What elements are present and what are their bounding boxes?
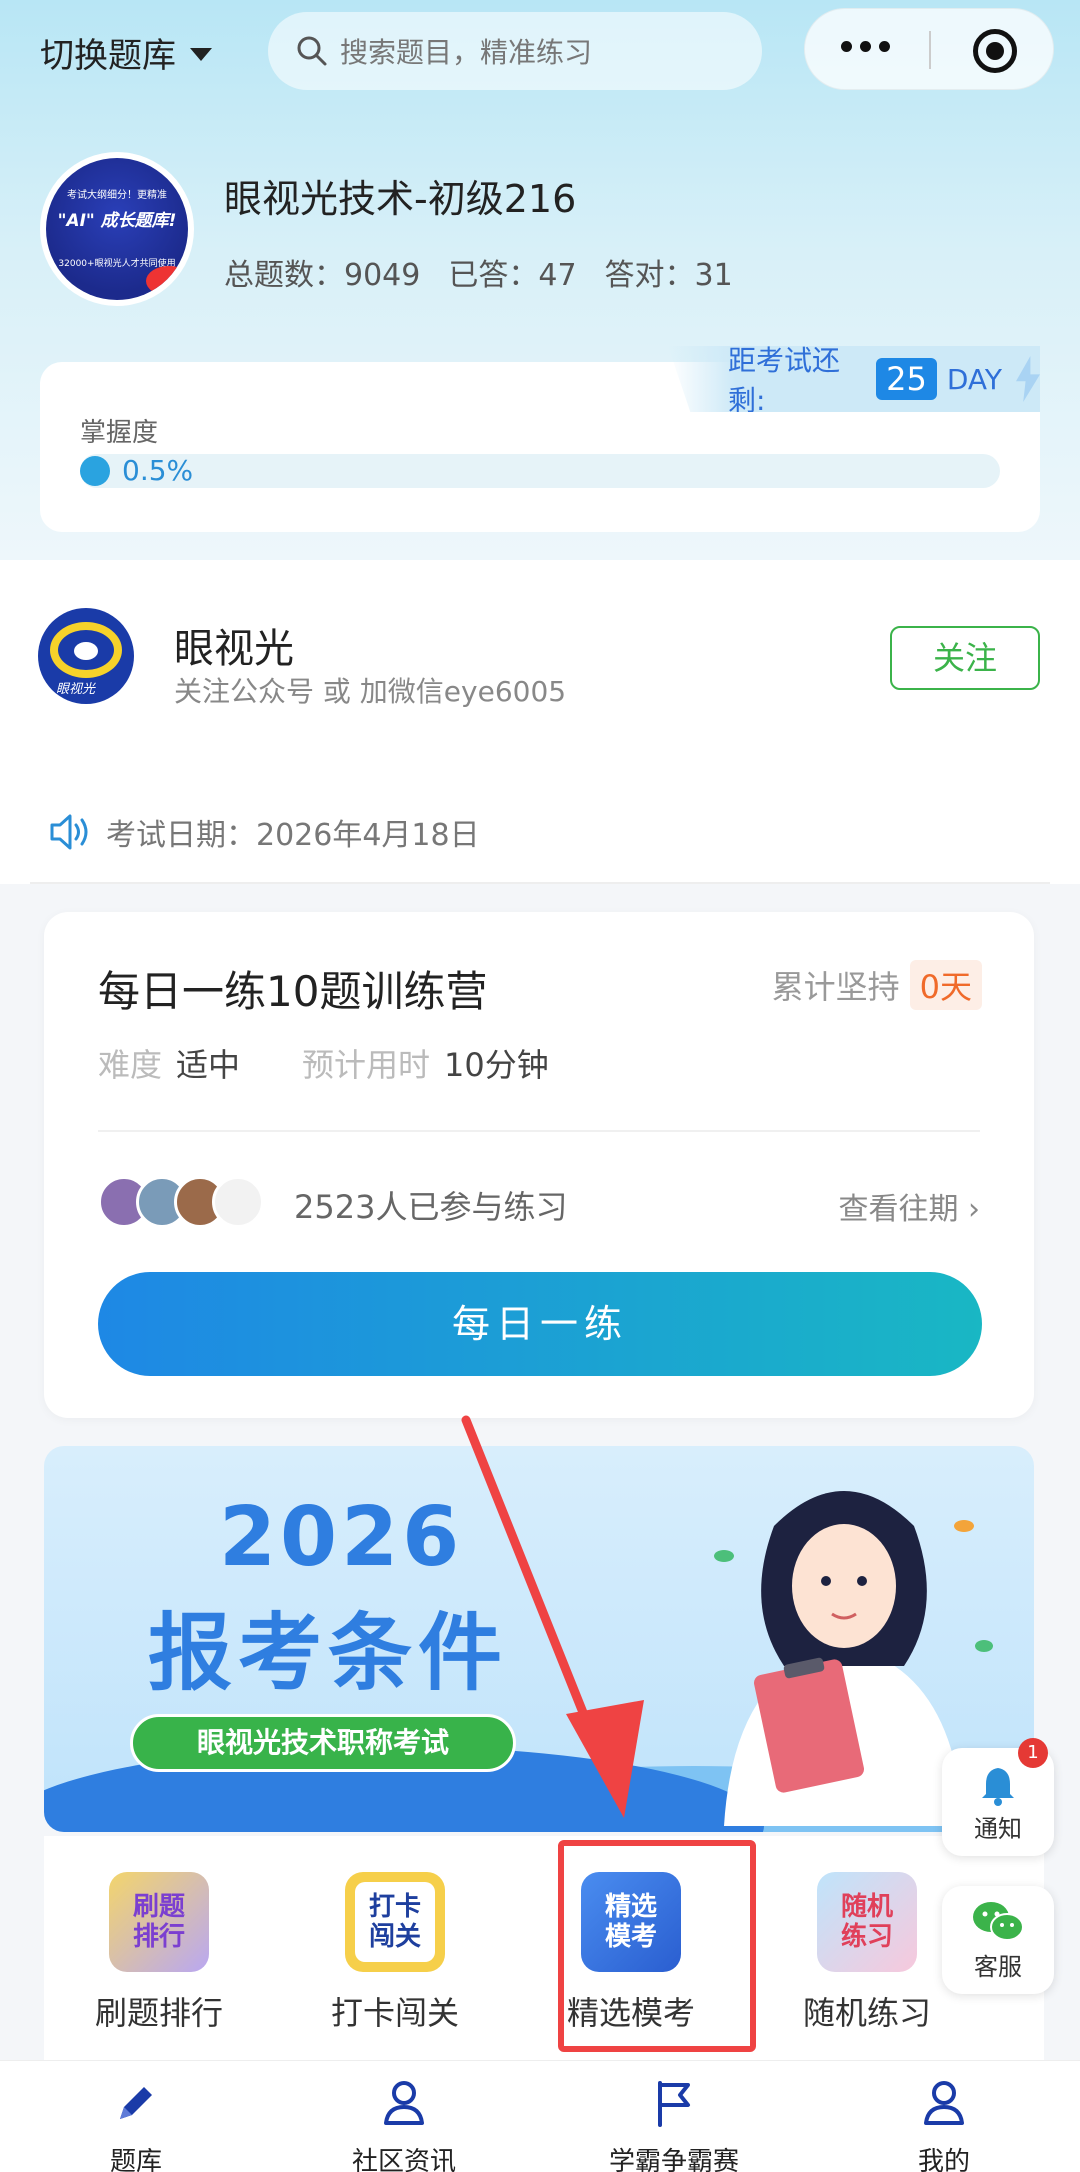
ranking-icon: 刷题 排行 xyxy=(109,1872,209,1972)
progress-dot xyxy=(80,456,110,486)
follow-button[interactable]: 关注 xyxy=(890,626,1040,690)
banner-headline: 报考条件 xyxy=(148,1604,509,1702)
caret-down-icon xyxy=(190,48,212,61)
bottom-tab-bar: 题库 社区资讯 学霸争霸赛 我的 xyxy=(0,2060,1080,2172)
bell-icon xyxy=(982,1768,1014,1806)
promo-banner[interactable]: 2026 报考条件 眼视光技术职称考试 xyxy=(44,1446,1034,1832)
account-subtitle: 关注公众号 或 加微信eye6005 xyxy=(174,675,567,708)
quick-item-checkin[interactable]: 打卡 闯关 打卡闯关 xyxy=(280,1872,510,2034)
customer-service-button[interactable]: 客服 xyxy=(942,1886,1054,1994)
tab-label: 社区资讯 xyxy=(351,2147,456,2172)
lightning-icon xyxy=(1015,356,1040,402)
quick-item-label: 随机练习 xyxy=(802,1994,931,2032)
mastery-card: 距考试还剩: 25 DAY 掌握度 0.5% xyxy=(40,346,1040,532)
bank-title: 眼视光技术-初级216 xyxy=(224,177,577,221)
top-bar: 切换题库 搜索题目，精准练习 xyxy=(0,0,1080,100)
divider xyxy=(98,1130,980,1132)
search-icon xyxy=(297,36,327,66)
highlight-box xyxy=(558,1840,756,2052)
participant-avatars xyxy=(98,1176,264,1228)
tab-label: 学霸争霸赛 xyxy=(608,2147,739,2172)
tab-competition[interactable]: 学霸争霸赛 xyxy=(574,2075,774,2172)
quick-access-row: 刷题 排行 刷题排行 打卡 闯关 打卡闯关 精选 模考 精选模考 随机 练习 随… xyxy=(44,1836,1044,2062)
person-icon xyxy=(924,2081,964,2125)
difficulty-value: 适中 xyxy=(176,1046,241,1084)
countdown-unit: DAY xyxy=(946,362,1002,396)
mastery-percent: 0.5% xyxy=(122,454,194,487)
checkin-icon: 打卡 闯关 xyxy=(345,1872,445,1972)
speaker-icon xyxy=(50,814,88,850)
exam-date-text: 考试日期：2026年4月18日 xyxy=(106,818,480,853)
account-logo-text: 眼视光 xyxy=(56,682,96,697)
exam-date-notice: 考试日期：2026年4月18日 xyxy=(0,754,1080,884)
tab-label: 题库 xyxy=(109,2147,162,2172)
daily-practice-card: 每日一练10题训练营 累计坚持 0天 难度 适中 预计用时 10分钟 2523人… xyxy=(44,912,1034,1418)
more-icon[interactable] xyxy=(841,41,890,52)
bank-stats: 总题数：9049 已答：47 答对：31 xyxy=(224,250,733,294)
search-bar[interactable]: 搜索题目，精准练习 xyxy=(268,12,762,90)
streak-label: 累计坚持 xyxy=(771,968,900,1006)
streak-days: 0天 xyxy=(909,960,982,1010)
divider xyxy=(30,882,1050,884)
time-label: 预计用时 xyxy=(302,1046,431,1084)
daily-meta: 难度 适中 预计用时 10分钟 xyxy=(98,1040,597,1086)
tab-question-bank[interactable]: 题库 xyxy=(36,2075,236,2172)
quick-item-label: 打卡闯关 xyxy=(330,1994,459,2032)
close-target-icon[interactable] xyxy=(973,29,1017,73)
tab-profile[interactable]: 我的 xyxy=(844,2075,1044,2172)
random-practice-icon: 随机 练习 xyxy=(817,1872,917,1972)
switch-library-label: 切换题库 xyxy=(40,36,176,76)
wechat-icon xyxy=(973,1902,1024,1941)
avatar xyxy=(212,1176,264,1228)
participants-count: 2523人已参与练习 xyxy=(294,1188,568,1226)
customer-service-label: 客服 xyxy=(974,1953,1022,1981)
banner-pill: 眼视光技术职称考试 xyxy=(130,1714,516,1772)
quick-item-ranking[interactable]: 刷题 排行 刷题排行 xyxy=(44,1872,274,2034)
tab-label: 我的 xyxy=(917,2147,970,2172)
account-logo: 眼视光 xyxy=(38,608,134,704)
account-name: 眼视光 xyxy=(174,626,294,672)
exam-countdown: 距考试还剩: 25 DAY xyxy=(668,346,1040,412)
follow-account-card: 眼视光 眼视光 关注公众号 或 加微信eye6005 关注 xyxy=(0,560,1080,754)
miniprogram-capsule xyxy=(804,8,1054,90)
time-value: 10分钟 xyxy=(444,1046,549,1084)
tab-community[interactable]: 社区资讯 xyxy=(304,2075,504,2172)
streak: 累计坚持 0天 xyxy=(772,960,982,1010)
daily-practice-button[interactable]: 每日一练 xyxy=(98,1272,982,1376)
logo-line-2: "AI" 成长题库! xyxy=(57,211,177,231)
mastery-label: 掌握度 xyxy=(80,418,159,448)
switch-library-button[interactable]: 切换题库 xyxy=(40,28,212,77)
search-placeholder: 搜索题目，精准练习 xyxy=(340,36,593,69)
correct-stat: 答对：31 xyxy=(604,258,733,293)
quick-item-label: 刷题排行 xyxy=(94,1994,223,2032)
countdown-days: 25 xyxy=(876,358,937,400)
flag-icon xyxy=(658,2081,690,2127)
view-history-link[interactable]: 查看往期 › xyxy=(838,1184,980,1228)
banner-year: 2026 xyxy=(219,1490,464,1585)
answered-stat: 已答：47 xyxy=(448,258,577,293)
capsule-divider xyxy=(929,31,931,69)
countdown-label: 距考试还剩: xyxy=(728,344,841,417)
notification-label: 通知 xyxy=(974,1815,1022,1843)
question-bank-logo: 考试大纲细分！更精准 "AI" 成长题库! 32000+眼视光人才共同使用 xyxy=(40,152,194,306)
notification-button[interactable]: 1 通知 xyxy=(942,1738,1054,1856)
difficulty-label: 难度 xyxy=(98,1046,163,1084)
people-icon xyxy=(384,2081,424,2125)
daily-title: 每日一练10题训练营 xyxy=(98,967,488,1016)
pencil-icon xyxy=(120,2087,152,2119)
logo-decoration xyxy=(146,266,188,296)
total-stat: 总题数：9049 xyxy=(224,258,421,293)
mastery-progress-bar: 0.5% xyxy=(80,454,1000,488)
logo-line-1: 考试大纲细分！更精准 xyxy=(67,190,167,201)
notification-badge: 1 xyxy=(1018,1738,1048,1768)
